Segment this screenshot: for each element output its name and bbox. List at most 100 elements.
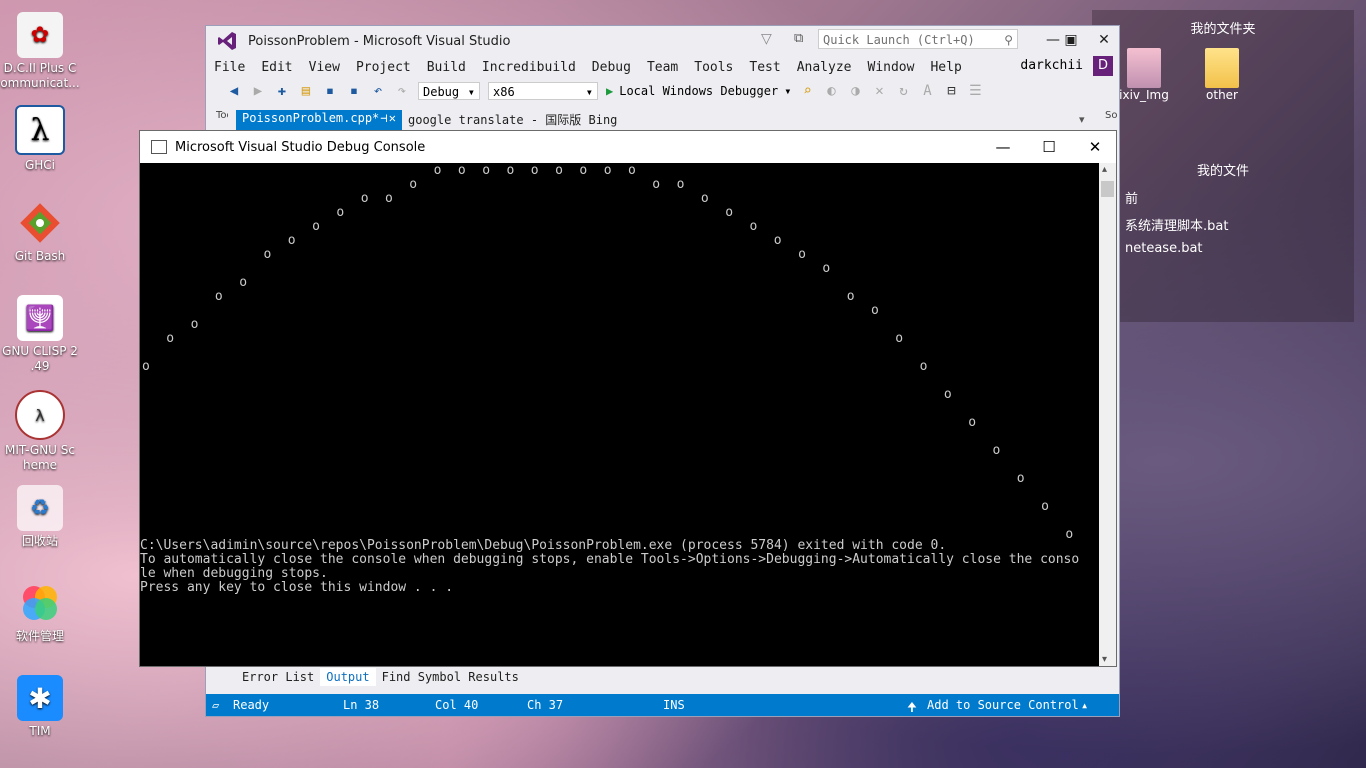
platform-select[interactable]: x86 ▾: [488, 82, 598, 100]
console-close-button[interactable]: ✕: [1072, 131, 1118, 163]
console-titlebar[interactable]: Microsoft Visual Studio Debug Console — …: [140, 131, 1116, 163]
document-tabs: PoissonProblem.cpp* ⊣ ✕ google translate…: [236, 110, 623, 130]
scrollbar-thumb[interactable]: [1101, 181, 1114, 197]
save-all-icon[interactable]: ▪: [346, 83, 362, 99]
menu-view[interactable]: View: [301, 60, 348, 75]
open-file-icon[interactable]: ▤: [298, 83, 314, 99]
tab-error-list[interactable]: Error List: [236, 668, 320, 686]
undo-icon[interactable]: ↶: [370, 83, 386, 99]
desktop-icon-dc2[interactable]: ✿ D.C.II Plus C ommunicat...: [0, 12, 80, 91]
menu-test[interactable]: Test: [741, 60, 788, 75]
menu-analyze[interactable]: Analyze: [789, 60, 860, 75]
plot-point: o: [312, 219, 320, 234]
forward-icon[interactable]: ▶: [250, 83, 266, 99]
tab-google-translate[interactable]: google translate - 国际版 Bing: [402, 110, 623, 130]
account-name[interactable]: darkchii: [1020, 58, 1083, 73]
stop-icon[interactable]: ✕: [871, 83, 887, 99]
chevron-up-icon[interactable]: ▴: [1081, 698, 1088, 712]
file-item[interactable]: netease.bat: [1125, 241, 1203, 256]
plot-point: o: [822, 261, 831, 276]
plot-point: o: [1016, 471, 1025, 486]
hierarchy-icon[interactable]: ⊟: [943, 83, 959, 99]
desktop-icon-label: TIM: [29, 724, 51, 738]
close-button[interactable]: ✕: [1087, 26, 1121, 54]
desktop-icon-label: 软件管理: [15, 629, 64, 643]
desktop-icon-tim[interactable]: ✱ TIM: [0, 675, 80, 739]
save-icon[interactable]: ▪: [322, 83, 338, 99]
pin-icon[interactable]: ⊣: [380, 111, 387, 129]
console-maximize-button[interactable]: ☐: [1026, 131, 1072, 163]
start-debugging-button[interactable]: ▶ Local Windows Debugger ▾: [606, 84, 791, 98]
solution-explorer-side-tab[interactable]: Solution: [1105, 110, 1117, 128]
menu-tools[interactable]: Tools: [686, 60, 741, 75]
plot-point: o: [1041, 499, 1049, 514]
software-manager-icon: [17, 580, 63, 626]
folder-other[interactable]: other: [1187, 48, 1257, 102]
back-icon[interactable]: ◀: [226, 83, 242, 99]
chevron-down-icon: ▾: [467, 85, 475, 99]
desktop-icon-scheme[interactable]: λ MIT-GNU Sc heme: [0, 390, 80, 473]
configuration-select[interactable]: Debug ▾: [418, 82, 480, 100]
tab-list-chevron-icon[interactable]: ▾: [1079, 113, 1085, 126]
tab-poisson-problem-cpp[interactable]: PoissonProblem.cpp* ⊣ ✕: [236, 110, 402, 130]
restart-icon[interactable]: ↻: [895, 83, 911, 99]
redo-icon[interactable]: ↷: [394, 83, 410, 99]
menu-help[interactable]: Help: [922, 60, 969, 75]
source-control-up-icon: 🠉: [907, 700, 917, 714]
console-line: C:\Users\adimin\source\repos\PoissonProb…: [140, 538, 947, 553]
step-back-icon[interactable]: ◐: [823, 83, 839, 99]
search-icon: ⚲: [1004, 33, 1013, 47]
console-scrollbar[interactable]: ▴ ▾: [1099, 163, 1116, 666]
clisp-icon: 🕎: [17, 295, 63, 341]
folder-icon: [1205, 48, 1239, 88]
menu-window[interactable]: Window: [860, 60, 923, 75]
status-char: Ch 37: [527, 698, 564, 712]
scroll-up-icon[interactable]: ▴: [1102, 164, 1107, 175]
file-item[interactable]: 系统清理脚本.bat: [1125, 215, 1228, 234]
menu-incredibuild[interactable]: Incredibuild: [474, 60, 584, 75]
debug-console-window: Microsoft Visual Studio Debug Console — …: [139, 130, 1117, 667]
find-in-files-icon[interactable]: ⌕: [799, 83, 815, 99]
tab-output[interactable]: Output: [320, 668, 376, 686]
close-tab-icon[interactable]: ✕: [389, 111, 396, 129]
menu-file[interactable]: File: [206, 60, 253, 75]
scroll-down-icon[interactable]: ▾: [1102, 654, 1107, 665]
format-icon[interactable]: A: [919, 83, 935, 99]
plot-point: o: [798, 247, 806, 262]
menu-project[interactable]: Project: [348, 60, 419, 75]
outline-icon[interactable]: ☰: [967, 83, 983, 99]
plot-point: o: [385, 191, 393, 206]
file-item[interactable]: 前: [1125, 188, 1138, 207]
plot-point: o: [725, 205, 734, 220]
maximize-button[interactable]: ▣: [1054, 26, 1088, 54]
toolbox-side-tab[interactable]: Toolbox: [216, 110, 228, 128]
step-forward-icon[interactable]: ◑: [847, 83, 863, 99]
notifications-icon[interactable]: ⧉: [794, 31, 803, 46]
desktop-icon-git-bash[interactable]: Git Bash: [0, 200, 80, 264]
tab-find-symbol-results[interactable]: Find Symbol Results: [376, 668, 525, 686]
menu-debug[interactable]: Debug: [584, 60, 639, 75]
desktop-icon-ghci[interactable]: λ GHCi: [0, 105, 80, 173]
add-to-source-control-button[interactable]: Add to Source Control: [927, 698, 1079, 712]
desktop-icon-clisp[interactable]: 🕎 GNU CLISP 2 .49: [0, 295, 80, 374]
folder-icon: [1127, 48, 1161, 88]
quick-launch-input[interactable]: Quick Launch (Ctrl+Q) ⚲: [818, 29, 1018, 49]
plot-point: o: [457, 163, 466, 178]
panel-title-folders: 我的文件夹: [1190, 22, 1256, 37]
menu-edit[interactable]: Edit: [253, 60, 300, 75]
desktop-icon-label: GHCi: [24, 158, 56, 172]
menu-team[interactable]: Team: [639, 60, 686, 75]
new-project-icon[interactable]: ✚: [274, 83, 290, 99]
desktop-icon-recycle-bin[interactable]: ♻ 回收站: [0, 485, 80, 549]
console-minimize-button[interactable]: —: [980, 131, 1026, 163]
console-line: To automatically close the console when …: [140, 552, 1080, 567]
desktop-icon-software-manager[interactable]: 软件管理: [0, 580, 80, 644]
menu-build[interactable]: Build: [419, 60, 474, 75]
plot-point: o: [530, 163, 539, 178]
console-line: le when debugging stops.: [140, 566, 328, 581]
console-screen[interactable]: ooooooooooooooooooooooooooooooooooooooo …: [140, 163, 1100, 666]
git-icon: [17, 200, 63, 246]
feedback-filter-icon[interactable]: ▽: [761, 31, 772, 47]
vs-titlebar[interactable]: PoissonProblem - Microsoft Visual Studio…: [206, 26, 1119, 56]
account-avatar[interactable]: D: [1093, 56, 1113, 76]
